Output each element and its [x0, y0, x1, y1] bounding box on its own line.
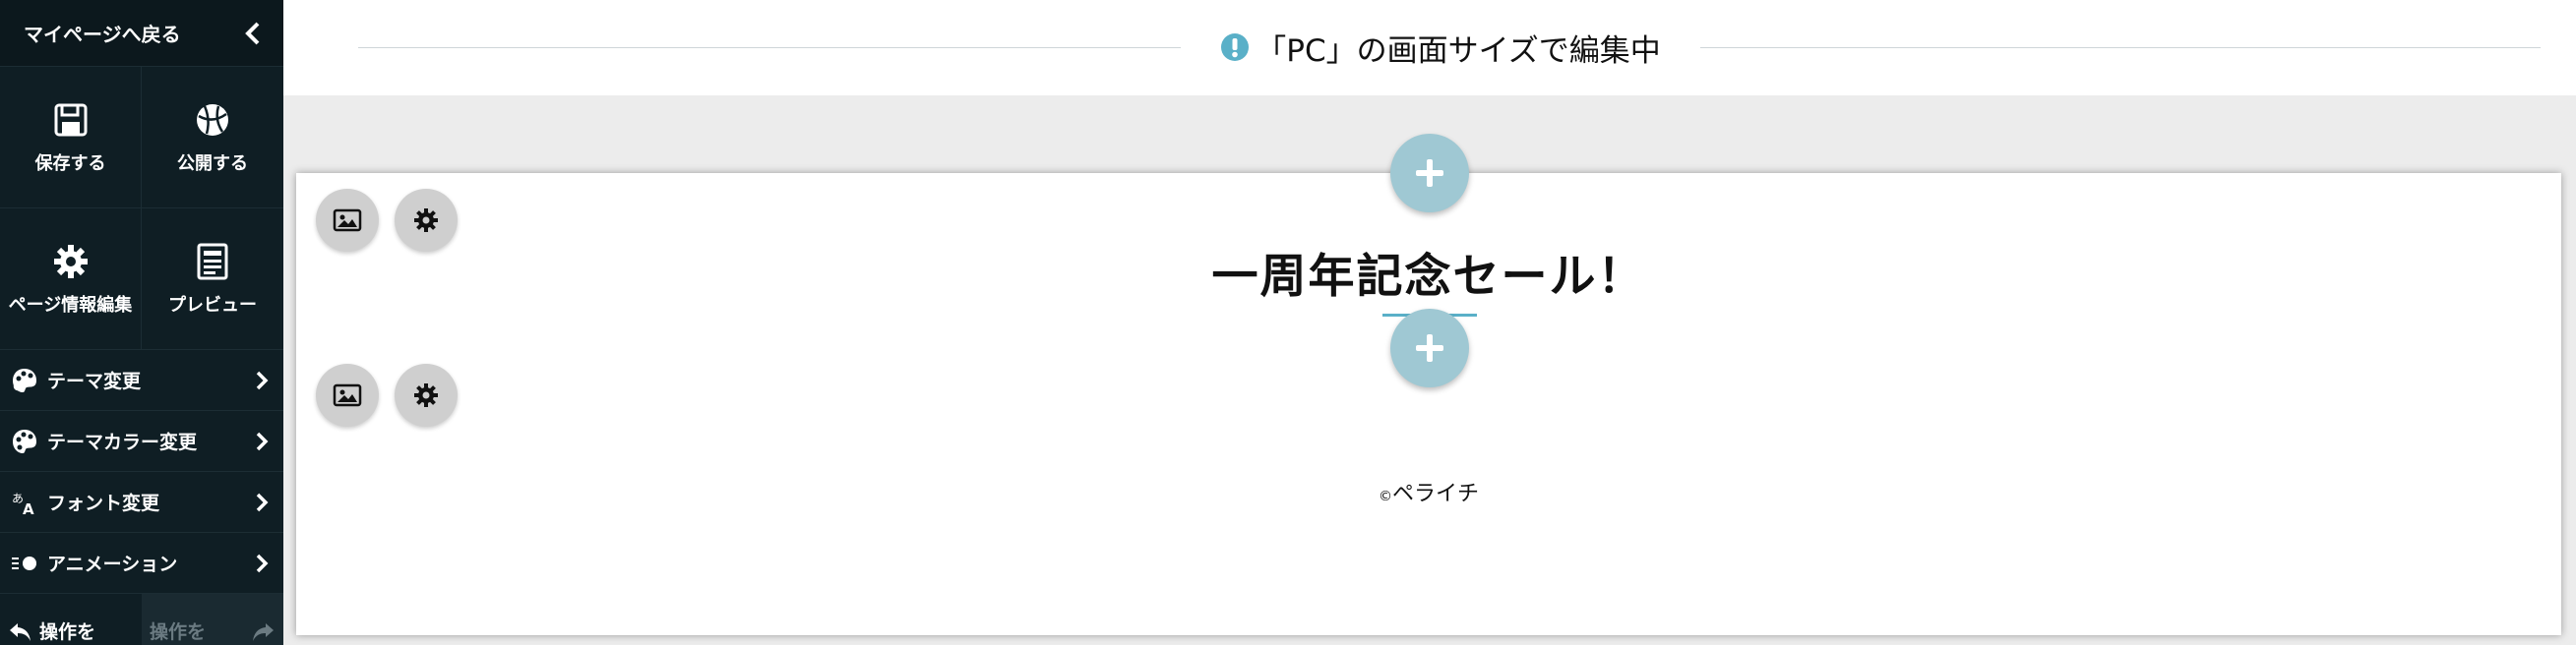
- svg-text:A: A: [23, 500, 34, 516]
- menu-theme-color-change[interactable]: テーマカラー変更: [0, 411, 283, 472]
- preview-label: プレビュー: [168, 294, 257, 316]
- footer-brand: ペライチ: [1391, 482, 1479, 506]
- page-canvas: 一周年記念セール！ ©ペライチ: [296, 134, 2561, 635]
- chevron-right-icon: [256, 432, 269, 450]
- chevron-right-icon: [256, 493, 269, 511]
- gear-icon: [414, 383, 438, 407]
- copyright-symbol: ©: [1378, 489, 1392, 504]
- gear-icon: [414, 208, 438, 232]
- page-info-edit-label: ページ情報編集: [8, 294, 133, 316]
- footer-image-button[interactable]: [316, 364, 379, 427]
- save-icon: [54, 103, 87, 136]
- edit-mode-message: 「PC」の画面サイズで編集中: [1256, 32, 1661, 69]
- action-tiles: 保存する 公開する ページ情報編集 プレビュー: [0, 67, 283, 350]
- footer-copyright: ©ペライチ: [296, 476, 2561, 507]
- palette-icon: [10, 427, 39, 456]
- menu-animation-label: アニメーション: [47, 554, 178, 575]
- image-icon: [333, 383, 362, 407]
- footer-settings-button[interactable]: [395, 364, 458, 427]
- undo-label: 操作を: [39, 621, 96, 643]
- undo-icon: [10, 623, 31, 641]
- back-to-mypage-label: マイページへ戻る: [24, 23, 181, 46]
- menu-theme-color-change-label: テーマカラー変更: [47, 432, 198, 453]
- image-icon: [333, 208, 362, 232]
- header-divider-left: [358, 47, 1181, 48]
- publish-icon: [197, 103, 228, 136]
- page-heading[interactable]: 一周年記念セール！: [296, 238, 2561, 306]
- add-block-button-middle[interactable]: [1390, 309, 1469, 387]
- publish-label: 公開する: [177, 152, 248, 174]
- menu-theme-change[interactable]: テーマ変更: [0, 350, 283, 411]
- save-button[interactable]: 保存する: [0, 67, 142, 208]
- header-divider-right: [1700, 47, 2541, 48]
- plus-icon: [1416, 159, 1443, 187]
- save-label: 保存する: [34, 152, 106, 174]
- preview-button[interactable]: プレビュー: [142, 208, 283, 350]
- menu-theme-change-label: テーマ変更: [47, 371, 142, 392]
- exclamation-icon: [1221, 33, 1250, 61]
- back-to-mypage-button[interactable]: マイページへ戻る: [0, 0, 283, 67]
- chevron-right-icon: [256, 554, 269, 572]
- font-icon: あA: [10, 488, 39, 517]
- menu-animation[interactable]: アニメーション: [0, 533, 283, 594]
- page-info-edit-button[interactable]: ページ情報編集: [0, 208, 142, 350]
- menu-font-change[interactable]: あA フォント変更: [0, 472, 283, 533]
- redo-button[interactable]: 操作を: [142, 594, 283, 645]
- publish-button[interactable]: 公開する: [142, 67, 283, 208]
- undo-button[interactable]: 操作を: [0, 594, 142, 645]
- editor-sidebar: マイページへ戻る 保存する 公開する ページ情報編集 プレビュー テーマ変更 テ…: [0, 0, 283, 645]
- plus-icon: [1416, 334, 1443, 362]
- edit-mode-notice: 「PC」の画面サイズで編集中: [1181, 24, 1700, 71]
- menu-font-change-label: フォント変更: [47, 493, 160, 514]
- redo-icon: [253, 623, 274, 641]
- palette-icon: [10, 366, 39, 395]
- add-block-button-top[interactable]: [1390, 134, 1469, 212]
- chevron-left-icon: [245, 22, 260, 44]
- history-controls: 操作を 操作を: [0, 594, 283, 645]
- animation-icon: [10, 549, 39, 578]
- redo-label: 操作を: [150, 621, 207, 643]
- gear-icon: [53, 244, 88, 278]
- preview-icon: [197, 243, 228, 279]
- edit-mode-header: 「PC」の画面サイズで編集中: [283, 0, 2576, 95]
- chevron-right-icon: [256, 371, 269, 389]
